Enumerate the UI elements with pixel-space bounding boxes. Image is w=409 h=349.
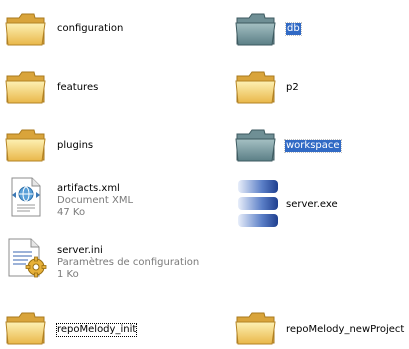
folder-icon (234, 126, 278, 164)
item-label: artifacts.xml (57, 183, 120, 194)
config-file-icon (6, 236, 48, 280)
folder-icon (4, 309, 48, 347)
folder-icon (234, 68, 278, 106)
folder-icon (4, 10, 48, 48)
xml-document-icon (8, 176, 44, 218)
folder-icon (4, 68, 48, 106)
folder-icon (234, 309, 278, 347)
item-label: features (57, 82, 99, 93)
folder-icon (4, 126, 48, 164)
item-label: configuration (57, 23, 124, 34)
item-type: Document XML (57, 195, 134, 206)
item-size: 1 Ko (57, 269, 79, 280)
item-label: server.exe (286, 199, 338, 210)
item-label: repoMelody_init (55, 323, 138, 337)
application-icon (236, 180, 280, 230)
item-label: server.ini (57, 245, 103, 256)
folder-icon (234, 10, 278, 48)
item-size: 47 Ko (57, 207, 86, 218)
item-type: Paramètres de configuration (57, 257, 200, 268)
item-label: workspace (284, 139, 342, 153)
file-list-view: configuration db features p2 plugins wor… (0, 0, 409, 349)
item-label: p2 (286, 82, 299, 93)
item-label: db (285, 22, 302, 36)
item-label: plugins (57, 140, 94, 151)
item-label: repoMelody_newProject (286, 324, 405, 335)
